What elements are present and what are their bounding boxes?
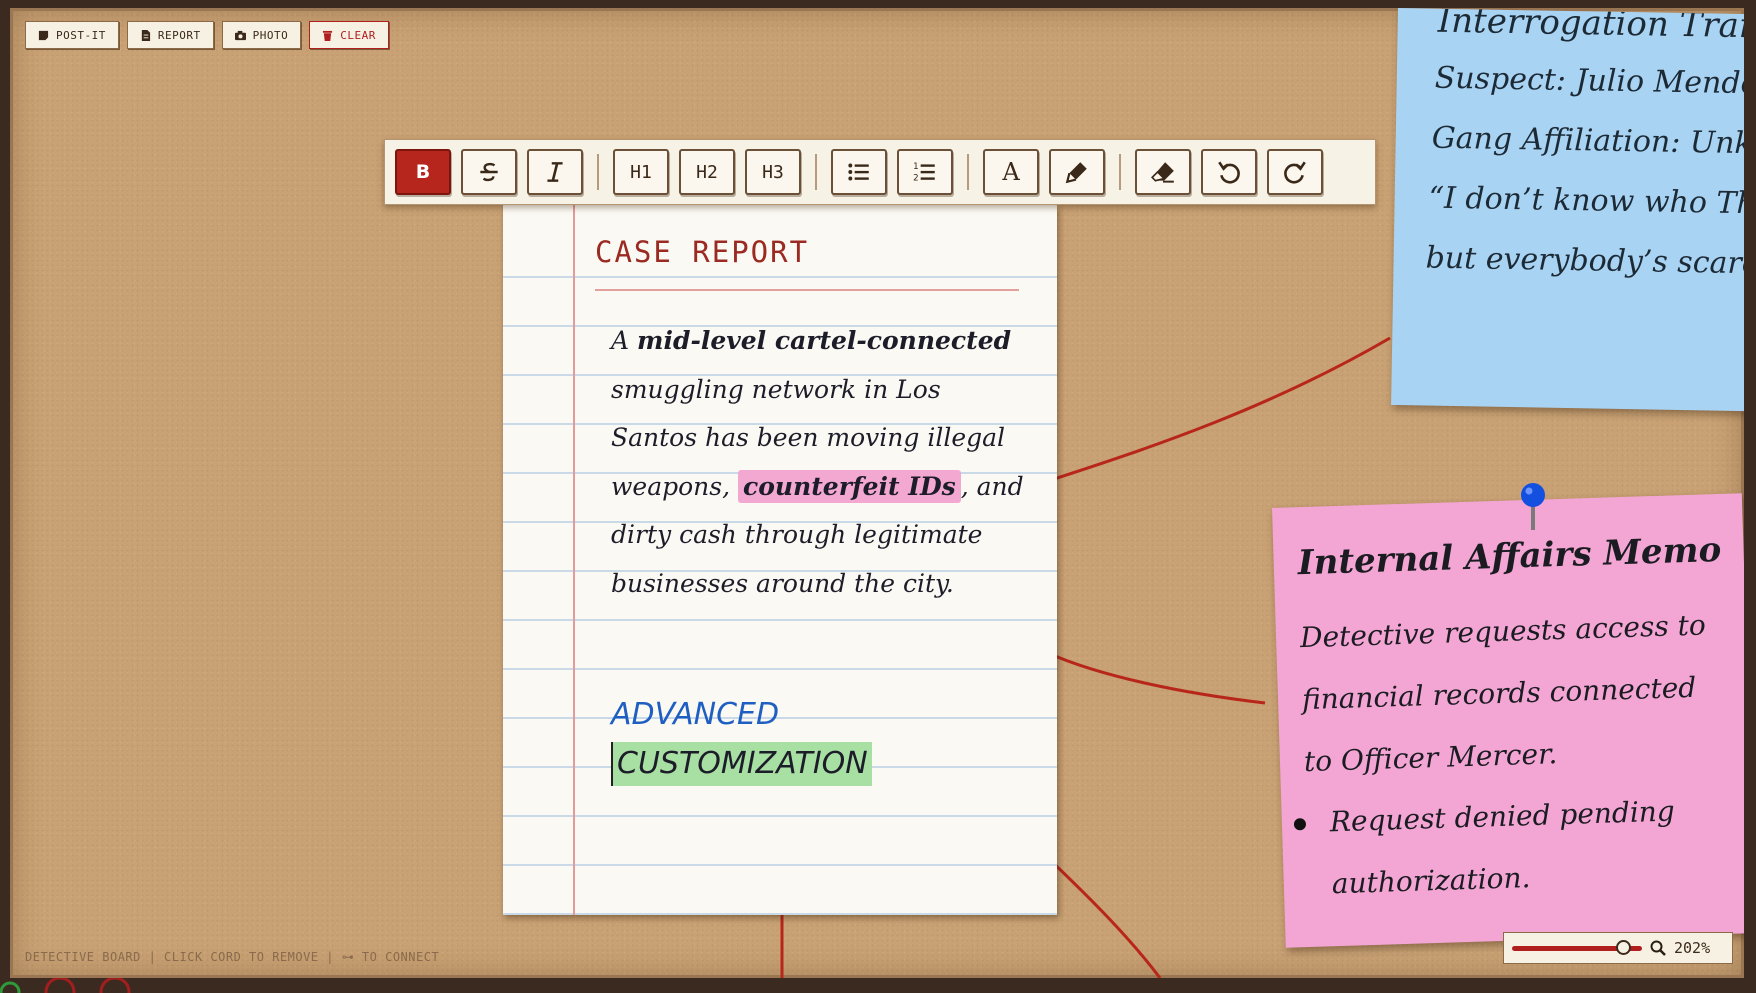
customization-text-cursor[interactable]: CUSTOMIZATION	[611, 742, 872, 786]
interrogation-note[interactable]: Interrogation Transcript Suspect: Julio …	[1391, 8, 1744, 412]
redo-icon	[1284, 161, 1306, 184]
cord-report-to-below-right[interactable]	[1046, 856, 1162, 978]
numbered-list-icon: 12	[913, 162, 935, 184]
document-icon	[141, 29, 150, 41]
strikethrough-icon	[480, 162, 498, 182]
note-title: Interrogation Transcript	[1437, 8, 1744, 49]
case-report-card[interactable]: CASE REPORT A mid-level cartel-connected…	[503, 205, 1057, 915]
add-report-button[interactable]: REPORT	[126, 21, 214, 49]
report-title: CASE REPORT	[595, 235, 810, 269]
strikethrough-button[interactable]	[461, 149, 517, 195]
heading3-button[interactable]: H3	[745, 149, 801, 195]
cord-report-to-memo[interactable]	[1047, 651, 1266, 705]
eraser-button[interactable]	[1135, 149, 1191, 195]
note-quote-line2: but everybody’s scared of him.”	[1425, 240, 1744, 284]
board-action-bar: POST-IT REPORT PHOTO CLEAR	[25, 21, 389, 49]
zoom-slider[interactable]	[1512, 939, 1642, 955]
text-format-toolbar: B H1 H2 H3 12 A	[384, 139, 1376, 205]
heading1-button[interactable]: H1	[613, 149, 669, 195]
toolbar-divider	[597, 154, 599, 190]
undo-icon	[1218, 161, 1240, 184]
numbered-list-button[interactable]: 12	[897, 149, 953, 195]
magnifier-icon	[1650, 940, 1666, 956]
add-photo-label: PHOTO	[252, 28, 289, 42]
heading2-label: H2	[696, 161, 718, 183]
note-affiliation: Gang Affiliation: Unknown	[1431, 120, 1744, 163]
zoom-value: 202%	[1674, 939, 1711, 957]
trash-icon	[323, 30, 333, 41]
zoom-control: 202%	[1503, 932, 1733, 964]
report-text-a: A	[611, 326, 638, 355]
add-postit-label: POST-IT	[56, 28, 106, 42]
redo-button[interactable]	[1267, 149, 1323, 195]
clear-board-label: CLEAR	[340, 28, 376, 42]
toolbar-divider	[967, 154, 969, 190]
toolbar-divider	[815, 154, 817, 190]
undo-button[interactable]	[1201, 149, 1257, 195]
corner-control-red-1[interactable]	[44, 978, 76, 993]
note-title: Internal Affairs Memo	[1297, 529, 1722, 584]
highlighter-icon	[1065, 162, 1087, 184]
clear-board-button[interactable]: CLEAR	[309, 21, 389, 49]
highlighter-button[interactable]	[1049, 149, 1105, 195]
bottom-corner-controls	[0, 978, 131, 993]
report-bold-text: mid-level cartel-connected	[637, 326, 1012, 355]
corner-control-green[interactable]	[0, 981, 21, 993]
bold-button[interactable]: B	[395, 149, 451, 195]
note-bullet-item: Request denied pending authorization.	[1293, 780, 1703, 916]
bullet-list-button[interactable]	[831, 149, 887, 195]
paper-margin-line	[573, 205, 575, 915]
italic-button[interactable]	[527, 149, 583, 195]
svg-text:1: 1	[913, 162, 919, 172]
camera-icon	[234, 30, 246, 40]
zoom-slider-handle[interactable]	[1615, 939, 1631, 955]
board-hint-text: DETECTIVE BOARD | CLICK CORD TO REMOVE |…	[25, 950, 440, 964]
bullet-dot	[1293, 818, 1307, 831]
push-pin-icon[interactable]	[1519, 482, 1547, 532]
toolbar-divider	[1119, 154, 1121, 190]
advanced-text: ADVANCED	[611, 697, 780, 732]
note-bullet-text: Request denied pending authorization.	[1329, 794, 1676, 901]
sticky-note-icon	[38, 30, 49, 40]
title-underline	[595, 289, 1019, 291]
heading3-label: H3	[762, 161, 784, 183]
add-postit-button[interactable]: POST-IT	[25, 21, 119, 49]
heading1-label: H1	[630, 161, 652, 183]
text-color-glyph: A	[1002, 158, 1020, 186]
cord-report-to-interrogation[interactable]	[1047, 336, 1391, 483]
corner-control-red-2[interactable]	[99, 978, 131, 993]
add-report-label: REPORT	[157, 28, 201, 42]
text-color-button[interactable]: A	[983, 149, 1039, 195]
svg-text:2: 2	[913, 174, 919, 184]
highlighted-text-pink: counterfeit IDs	[737, 469, 961, 503]
eraser-icon	[1151, 162, 1174, 183]
add-photo-button[interactable]: PHOTO	[221, 21, 302, 49]
heading2-button[interactable]: H2	[679, 149, 735, 195]
detective-board[interactable]: POST-IT REPORT PHOTO CLEAR CASE REPORT A…	[10, 8, 1744, 978]
bullet-list-icon	[848, 163, 869, 181]
internal-affairs-note[interactable]: Internal Affairs Memo Detective requests…	[1272, 493, 1744, 948]
note-suspect: Suspect: Julio Mendez	[1434, 60, 1744, 102]
report-body-text[interactable]: A mid-level cartel-connected smuggling n…	[611, 317, 1031, 608]
bold-glyph: B	[415, 161, 431, 183]
note-quote-line1: “I don’t know who The Boss is,	[1428, 180, 1744, 224]
note-body: Detective requests access to financial r…	[1299, 608, 1707, 779]
italic-icon	[547, 162, 563, 182]
